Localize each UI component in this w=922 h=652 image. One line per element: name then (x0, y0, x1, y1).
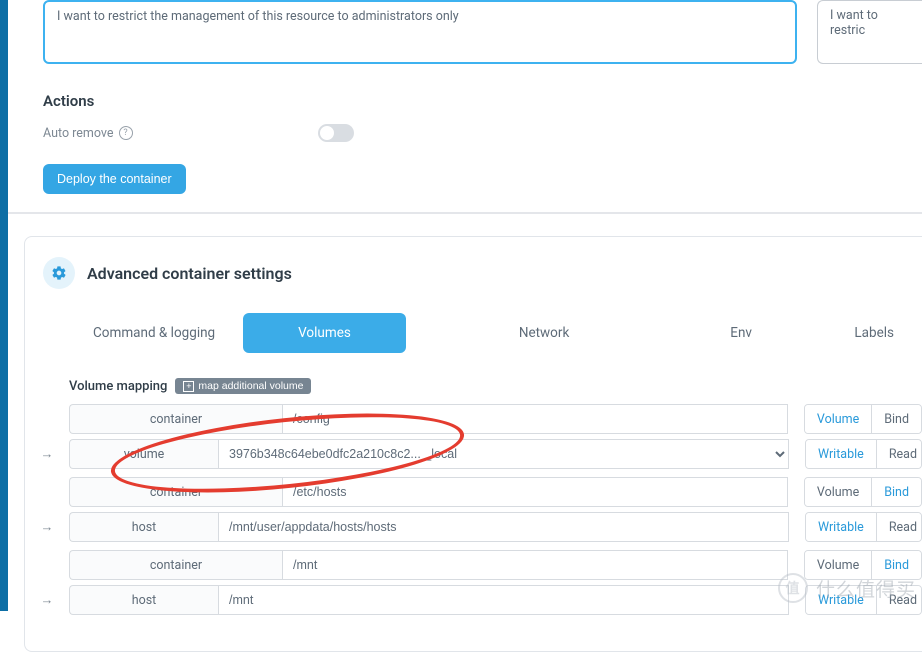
arrow-icon: → (25, 439, 69, 469)
source-label: host (69, 512, 218, 542)
type-segmented: Volume Bind (804, 404, 922, 434)
container-path-input[interactable] (282, 477, 788, 507)
arrow-icon: → (25, 512, 69, 542)
container-path-label: container (69, 550, 282, 580)
volume-mapping-row: container Volume Bind → host Writable Re… (25, 477, 922, 542)
access-option-admins[interactable]: I want to restrict the management of thi… (43, 0, 797, 64)
tab-labels[interactable]: Labels (826, 313, 922, 353)
rw-segmented: Writable Read (805, 512, 922, 542)
source-input[interactable] (218, 512, 789, 542)
map-additional-volume-label: map additional volume (198, 380, 303, 392)
gear-icon (43, 257, 75, 289)
side-accent-bar (0, 0, 8, 611)
watermark-badge: 值 (778, 573, 808, 603)
auto-remove-toggle[interactable] (318, 124, 354, 142)
tab-volumes[interactable]: Volumes (243, 313, 406, 353)
rw-segmented: Writable Read (805, 439, 922, 469)
deploy-button[interactable]: Deploy the container (43, 164, 186, 194)
container-path-input[interactable] (282, 550, 788, 580)
seg-writable[interactable]: Writable (806, 440, 876, 468)
seg-readonly[interactable]: Read (876, 513, 921, 541)
tab-env[interactable]: Env (702, 313, 780, 353)
access-option-text: I want to restrict the management of thi… (57, 9, 459, 24)
advanced-tabs: Command & logging Volumes Network Env La… (25, 313, 922, 354)
auto-remove-label: Auto remove (43, 126, 114, 141)
deploy-button-label: Deploy the container (57, 172, 172, 186)
seg-bind[interactable]: Bind (871, 478, 921, 506)
tab-command-logging[interactable]: Command & logging (65, 313, 243, 353)
access-option-text: I want to restric (830, 8, 878, 38)
access-actions-panel: I want to restrict the management of thi… (8, 0, 922, 214)
volume-mapping-row: container Volume Bind → volume 3976b348c… (25, 404, 922, 469)
seg-writable[interactable]: Writable (806, 513, 876, 541)
watermark-text: 什么值得买 (816, 575, 916, 602)
actions-heading: Actions (43, 92, 922, 110)
seg-volume[interactable]: Volume (805, 478, 871, 506)
tab-network[interactable]: Network (491, 313, 597, 353)
source-select[interactable]: 3976b348c64ebe0dfc2a210c8c2... _local (218, 439, 789, 469)
source-label: volume (69, 439, 218, 469)
container-path-label: container (69, 404, 282, 434)
seg-bind[interactable]: Bind (871, 405, 921, 433)
map-additional-volume-button[interactable]: + map additional volume (175, 378, 311, 394)
volume-mapping-heading: Volume mapping (69, 379, 167, 394)
seg-readonly[interactable]: Read (876, 440, 921, 468)
container-path-input[interactable] (282, 404, 788, 434)
seg-volume[interactable]: Volume (805, 405, 871, 433)
container-path-label: container (69, 477, 282, 507)
access-option-other[interactable]: I want to restric (817, 0, 922, 64)
advanced-settings-title: Advanced container settings (87, 264, 292, 283)
plus-icon: + (183, 381, 194, 392)
watermark: 值 什么值得买 (778, 573, 916, 603)
type-segmented: Volume Bind (804, 477, 922, 507)
help-icon[interactable]: ? (119, 126, 133, 140)
